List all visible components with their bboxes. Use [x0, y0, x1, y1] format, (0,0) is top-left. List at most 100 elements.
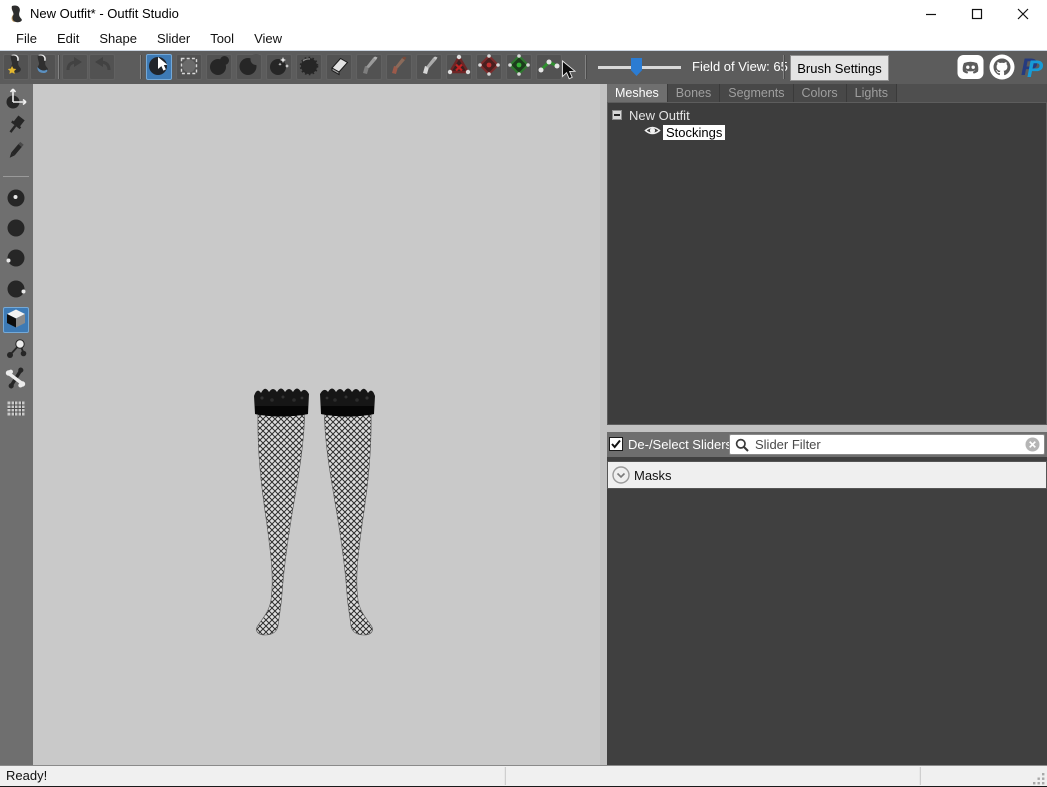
vertical-splitter[interactable]	[600, 84, 607, 765]
close-button[interactable]	[1000, 0, 1046, 27]
tab-bones[interactable]: Bones	[668, 84, 720, 102]
undo-button[interactable]	[62, 54, 88, 80]
sphere-solid-icon	[4, 216, 28, 245]
github-icon	[989, 67, 1015, 84]
save-project-button[interactable]	[30, 54, 56, 80]
masks-section-label: Masks	[634, 468, 672, 483]
sphere-dot-left-icon	[4, 246, 28, 275]
slider-filter-searchbox	[729, 434, 1045, 455]
collision-triangle-icon	[447, 53, 471, 82]
pencil-icon	[4, 138, 28, 167]
tab-colors[interactable]: Colors	[794, 84, 847, 102]
bone-icon	[4, 366, 28, 395]
stockings-mesh[interactable]	[248, 380, 393, 643]
app-logo-icon	[8, 5, 24, 28]
horizontal-splitter[interactable]	[607, 425, 1047, 432]
mask-brush-icon	[177, 53, 201, 82]
sphere-solid-button[interactable]	[3, 217, 29, 243]
transform-toggle-button[interactable]	[476, 54, 502, 80]
chevron-down-icon[interactable]	[612, 466, 630, 484]
fov-label: Field of View: 65	[692, 54, 788, 80]
move-brush-icon	[297, 53, 321, 82]
load-project-icon	[4, 53, 28, 82]
load-project-button[interactable]	[3, 54, 29, 80]
select-tool-button[interactable]	[146, 54, 172, 80]
masks-section-header[interactable]: Masks	[607, 461, 1047, 489]
slider-filter-input[interactable]	[753, 436, 1025, 453]
sphere-dot-center-button[interactable]	[3, 187, 29, 213]
visibility-eye-icon[interactable]	[644, 124, 661, 142]
collapse-minus-icon[interactable]	[612, 110, 622, 120]
inflate-brush-button[interactable]	[206, 54, 232, 80]
sphere-dot-right-button[interactable]	[3, 278, 29, 304]
menu-file[interactable]: File	[6, 28, 47, 49]
grid-toggle-button[interactable]	[3, 397, 29, 423]
vertex-edit-toggle-button[interactable]	[506, 54, 532, 80]
redo-icon	[91, 54, 113, 81]
search-icon	[735, 438, 749, 452]
weight-brush-button[interactable]	[356, 54, 382, 80]
deselect-sliders-checkbox[interactable]	[609, 437, 623, 451]
menu-edit[interactable]: Edit	[47, 28, 89, 49]
color-brush-button[interactable]	[386, 54, 412, 80]
weight-brush-icon	[357, 53, 381, 82]
pose-bones-button[interactable]	[536, 54, 562, 80]
tree-item-new-outfit[interactable]: New Outfit	[612, 107, 690, 123]
connect-vertices-icon	[4, 336, 28, 365]
discord-link[interactable]	[957, 54, 984, 85]
redo-button[interactable]	[89, 54, 115, 80]
undo-icon	[64, 54, 86, 81]
menu-bar: File Edit Shape Slider Tool View	[0, 27, 1047, 50]
alpha-brush-button[interactable]	[416, 54, 442, 80]
pin-vertices-button[interactable]	[3, 114, 29, 140]
paypal-link[interactable]: P P	[1019, 54, 1045, 85]
toolbar-separator	[140, 55, 141, 79]
minimize-button[interactable]	[908, 0, 954, 27]
alpha-brush-icon	[417, 53, 441, 82]
menu-view[interactable]: View	[244, 28, 292, 49]
transform-widget-button[interactable]	[3, 87, 29, 113]
deflate-brush-button[interactable]	[236, 54, 262, 80]
side-toolbar-separator	[3, 176, 29, 177]
github-link[interactable]	[989, 54, 1015, 85]
sphere-dot-center-icon	[4, 186, 28, 215]
grid-icon	[4, 396, 28, 425]
menu-slider[interactable]: Slider	[147, 28, 200, 49]
clear-filter-icon[interactable]	[1025, 437, 1040, 452]
menu-shape[interactable]: Shape	[89, 28, 147, 49]
brush-settings-button[interactable]: Brush Settings	[790, 55, 889, 81]
select-cursor-icon	[147, 53, 171, 82]
sphere-dot-left-button[interactable]	[3, 247, 29, 273]
perspective-cube-button[interactable]	[3, 307, 29, 333]
mask-brush-button[interactable]	[176, 54, 202, 80]
tab-meshes[interactable]: Meshes	[607, 84, 668, 102]
resize-grip[interactable]	[1033, 772, 1045, 787]
bones-toggle-button[interactable]	[3, 367, 29, 393]
tree-item-stockings[interactable]: Stockings	[644, 124, 725, 141]
connect-vertices-button[interactable]	[3, 337, 29, 363]
move-brush-button[interactable]	[296, 54, 322, 80]
title-bar: New Outfit* - Outfit Studio	[0, 0, 1047, 27]
status-message: Ready!	[6, 766, 47, 786]
tab-segments[interactable]: Segments	[720, 84, 793, 102]
sphere-dot-right-icon	[4, 277, 28, 306]
mouse-cursor-icon	[561, 60, 579, 87]
smooth-brush-button[interactable]	[266, 54, 292, 80]
status-separator	[505, 767, 506, 785]
toolbar-separator	[783, 55, 784, 79]
color-brush-icon	[387, 53, 411, 82]
inflate-brush-icon	[207, 53, 231, 82]
toolbar-separator	[585, 55, 586, 79]
menu-tool[interactable]: Tool	[200, 28, 244, 49]
window-title: New Outfit* - Outfit Studio	[30, 0, 179, 27]
cube-icon	[4, 306, 28, 335]
meshes-tree	[607, 102, 1047, 425]
pose-bones-icon	[537, 53, 561, 82]
collision-brush-button[interactable]	[446, 54, 472, 80]
maximize-button[interactable]	[954, 0, 1000, 27]
tree-child-label-selected: Stockings	[663, 125, 725, 140]
tab-lights[interactable]: Lights	[847, 84, 897, 102]
status-separator	[920, 767, 921, 785]
pencil-edit-button[interactable]	[3, 139, 29, 165]
eraser-brush-button[interactable]	[326, 54, 352, 80]
